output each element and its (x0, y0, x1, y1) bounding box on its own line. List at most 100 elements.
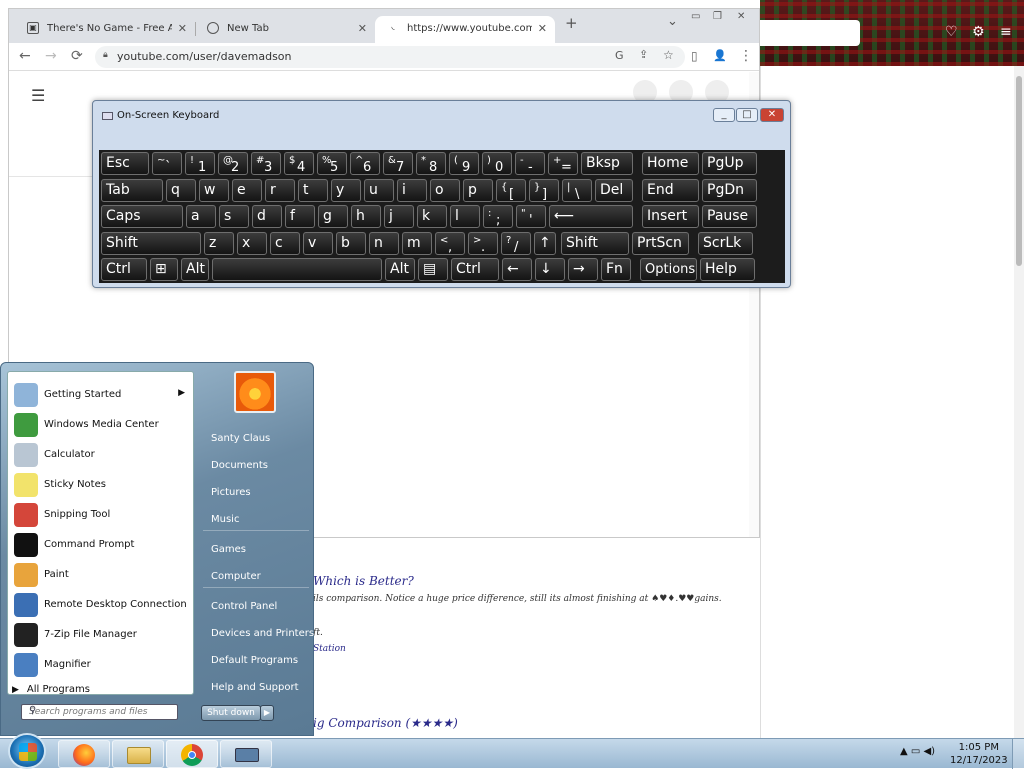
key[interactable]: -- (515, 152, 545, 175)
start-menu-item[interactable]: Remote Desktop Connection (8, 590, 193, 620)
key[interactable]: Shift (561, 231, 629, 255)
chrome-menu-icon[interactable]: ⋮ (739, 47, 753, 65)
start-menu-item[interactable]: Windows Media Center (8, 410, 193, 440)
start-menu-link[interactable]: Pictures (211, 487, 251, 498)
key[interactable]: o (430, 178, 460, 202)
extensions-icon[interactable]: ⚙ (972, 24, 985, 40)
key[interactable]: q (166, 178, 196, 202)
start-menu-item[interactable]: Calculator (8, 440, 193, 470)
show-desktop-button[interactable] (1012, 739, 1024, 769)
key[interactable]: + = (548, 152, 578, 175)
key[interactable]: c (270, 231, 300, 255)
key[interactable]: Caps (101, 205, 183, 228)
key[interactable]: :; (483, 205, 513, 228)
start-menu-link[interactable]: Computer (211, 571, 261, 582)
key[interactable]: n (369, 231, 399, 255)
profile-icon[interactable]: 👤 (713, 47, 727, 65)
key[interactable]: t (298, 178, 328, 202)
start-menu-item[interactable]: Snipping Tool (8, 500, 193, 530)
bookmark-star-icon[interactable]: ☆ (842, 24, 855, 40)
close-tab-icon[interactable]: ✕ (538, 16, 547, 41)
key[interactable]: a (186, 205, 216, 228)
start-menu-link[interactable]: Documents (211, 460, 268, 471)
start-menu-link[interactable]: Help and Support (211, 682, 299, 693)
key[interactable]: ! 1 (185, 152, 215, 175)
back-button[interactable]: ← (19, 47, 31, 65)
bookmark-star-icon[interactable]: ☆ (663, 48, 674, 62)
key[interactable]: ScrLk (698, 231, 753, 255)
start-menu-link[interactable]: Music (211, 514, 239, 525)
start-menu-item[interactable]: Magnifier (8, 650, 193, 680)
key[interactable]: → (568, 258, 598, 281)
key[interactable]: $4 (284, 152, 314, 175)
key[interactable]: PgDn (702, 178, 757, 202)
maximize-button[interactable]: □ (736, 108, 758, 122)
start-menu-item[interactable]: Paint (8, 560, 193, 590)
shutdown-options-icon[interactable]: ▶ (260, 705, 274, 721)
key[interactable]: h (351, 205, 381, 228)
scrollbar-thumb[interactable] (1016, 76, 1022, 266)
key[interactable]: k (417, 205, 447, 228)
key[interactable]: Alt (181, 258, 209, 281)
key[interactable]: z (204, 231, 234, 255)
hamburger-menu-icon[interactable]: ☰ (31, 86, 45, 105)
start-menu-item[interactable]: Sticky Notes (8, 470, 193, 500)
tab-search-icon[interactable]: ⌄ (667, 14, 678, 29)
tab-youtube[interactable]: ◟ https://www.youtube.com/user/davemadso… (375, 16, 555, 43)
key[interactable]: p (463, 178, 493, 202)
key[interactable]: Ctrl (101, 258, 147, 281)
reload-button[interactable]: ⟳ (71, 47, 83, 65)
key[interactable]: PgUp (702, 152, 757, 175)
key[interactable]: Fn (601, 258, 631, 281)
chrome-taskbar-button[interactable] (166, 740, 218, 768)
key[interactable]: }] (529, 178, 559, 202)
google-lens-icon[interactable]: G (615, 49, 624, 62)
key[interactable]: Pause (702, 205, 757, 228)
side-panel-icon[interactable]: ▯ (691, 47, 698, 65)
start-button[interactable] (8, 733, 46, 769)
key[interactable]: d (252, 205, 282, 228)
key[interactable]: ? / (501, 231, 531, 255)
lock-icon[interactable]: 🔒︎ (103, 50, 108, 60)
key[interactable]: ⟵ (549, 205, 633, 228)
key[interactable]: * 8 (416, 152, 446, 175)
minimize-button[interactable]: ▭ (691, 11, 700, 22)
key[interactable]: " ' (516, 205, 546, 228)
pocket-icon[interactable]: ♡ (945, 24, 958, 40)
close-window-button[interactable]: ✕ (737, 11, 745, 22)
key[interactable]: ↓ (535, 258, 565, 281)
key[interactable]: Help (700, 258, 755, 281)
explorer-taskbar-button[interactable] (112, 740, 164, 768)
key[interactable]: (9 (449, 152, 479, 175)
key[interactable]: ⊞ (150, 258, 178, 281)
key[interactable]: w (199, 178, 229, 202)
start-menu-link[interactable]: Devices and Printers (211, 628, 314, 639)
key[interactable]: Options (640, 258, 697, 281)
key[interactable]: r (265, 178, 295, 202)
key[interactable]: Tab (101, 178, 163, 202)
start-menu-link[interactable]: Santy Claus (211, 433, 270, 444)
key[interactable]: Home (642, 152, 699, 175)
key[interactable]: m (402, 231, 432, 255)
key[interactable]: f (285, 205, 315, 228)
forward-button[interactable]: → (45, 47, 57, 65)
key[interactable]: l (450, 205, 480, 228)
start-menu-item[interactable]: Getting Started ▶ (8, 380, 193, 410)
close-tab-icon[interactable]: ✕ (358, 16, 367, 41)
all-programs-button[interactable]: ▶ All Programs (12, 684, 90, 695)
key[interactable]: x (237, 231, 267, 255)
user-avatar[interactable] (234, 371, 276, 413)
key[interactable]: i (397, 178, 427, 202)
tab-new-tab[interactable]: New Tab ✕ (195, 16, 375, 43)
key[interactable]: ↑ (534, 231, 556, 255)
key[interactable]: ~ ` (152, 152, 182, 175)
key[interactable]: PrtScn (632, 231, 689, 255)
key[interactable]: Ctrl (451, 258, 499, 281)
key[interactable]: ) 0 (482, 152, 512, 175)
key[interactable]: y (331, 178, 361, 202)
firefox-menu-icon[interactable]: ≡ (1000, 24, 1012, 40)
new-tab-button[interactable]: + (565, 14, 578, 32)
key[interactable]: >. (468, 231, 498, 255)
key[interactable]: | \ (562, 178, 592, 202)
key[interactable]: u (364, 178, 394, 202)
